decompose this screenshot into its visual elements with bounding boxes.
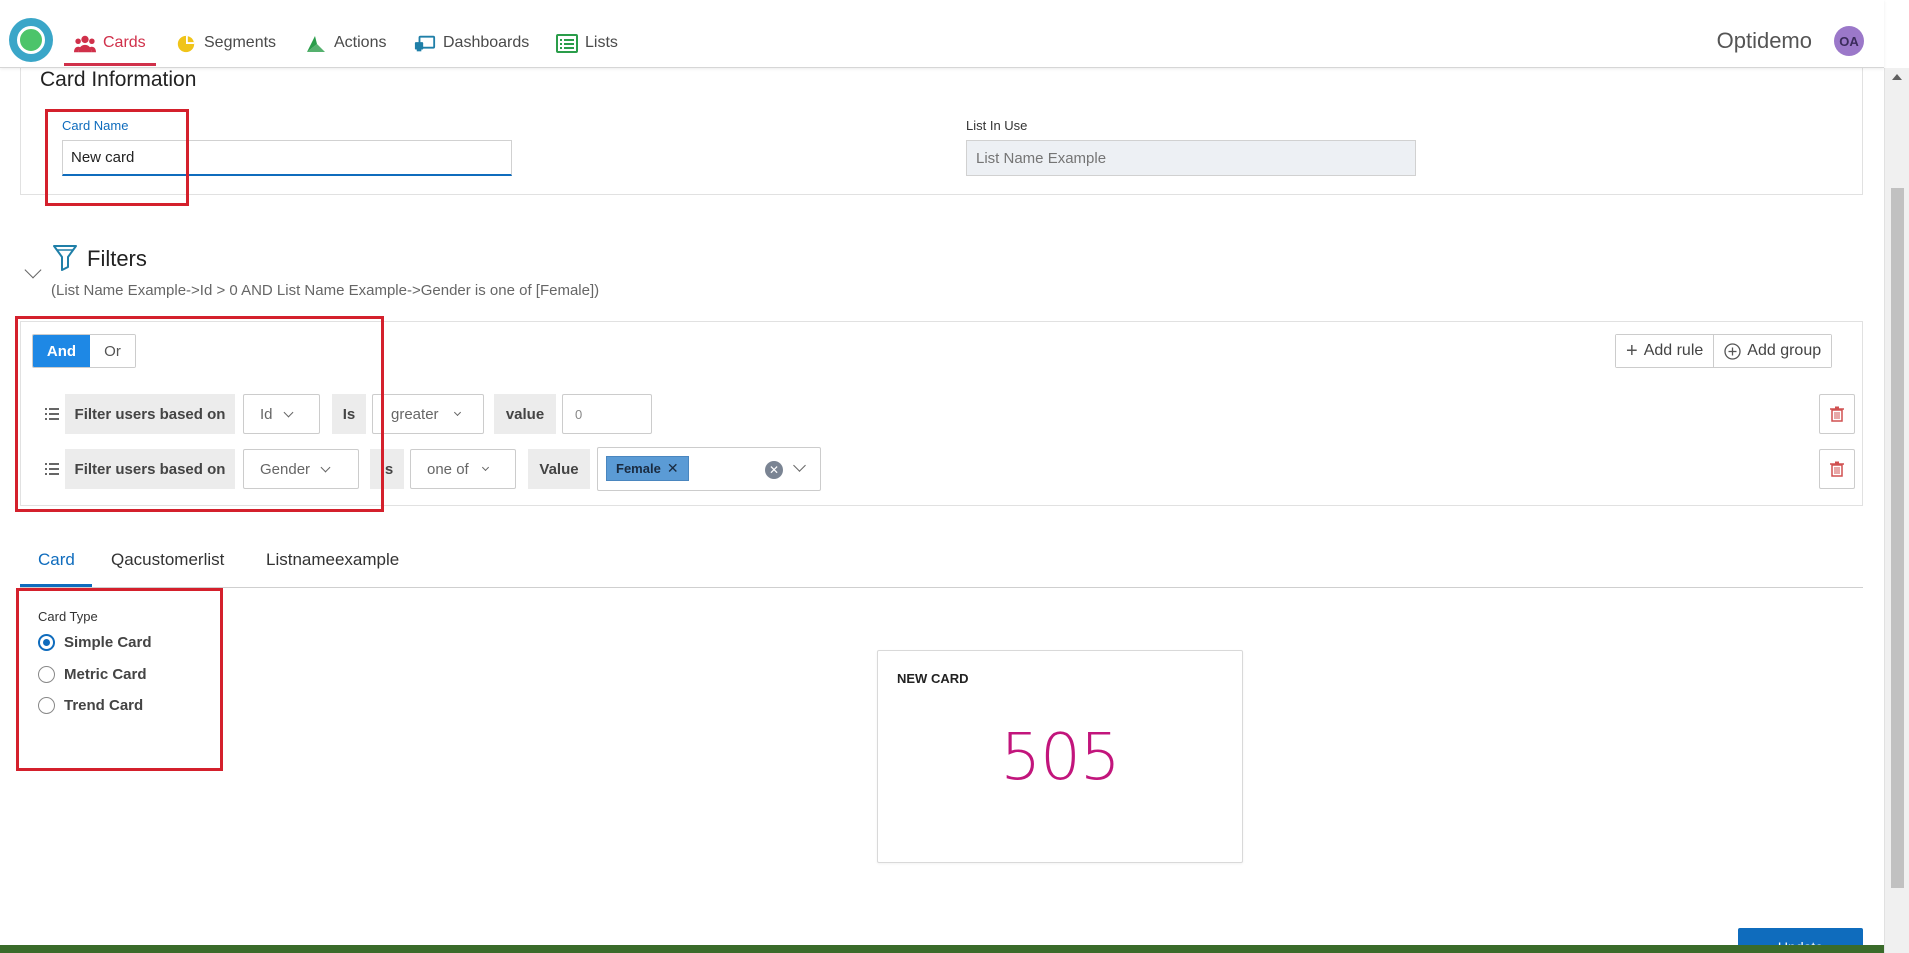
scroll-up-icon[interactable] [1892,74,1902,80]
clear-icon[interactable]: ✕ [765,461,783,479]
dashboard-icon [414,35,436,52]
nav-label: Cards [103,34,146,51]
nav-label: Dashboards [443,34,530,51]
radio-simple-card[interactable]: Simple Card [38,634,152,651]
collapse-chevron-icon[interactable] [24,261,42,279]
list-icon [556,34,578,53]
operator-value: one of [427,460,469,478]
funnel-icon [53,245,77,271]
add-group-label: Add group [1747,342,1822,359]
add-group-button[interactable]: Add group [1713,335,1832,367]
desktop-background-strip [0,945,1884,953]
remove-tag-icon[interactable]: ✕ [667,460,679,477]
pie-icon [177,35,195,53]
field-select[interactable]: Gender [243,449,359,489]
top-nav: Cards Segments Actions Dashboards Lists … [0,0,1884,68]
nav-actions[interactable]: Actions [305,28,386,66]
card-preview: NEW CARD 505 [877,650,1243,863]
value-label: value [494,394,556,434]
nav-label: Actions [334,34,387,51]
list-in-use-label: List In Use [966,118,1028,133]
radio-label: Trend Card [64,697,144,714]
value-label: Value [528,449,590,489]
nav-cards[interactable]: Cards [64,28,156,66]
nav-dashboards[interactable]: Dashboards [414,28,529,66]
tab-listnameexample[interactable]: Listnameexample [266,550,399,570]
radio-button[interactable] [38,666,55,683]
operator-label: Is [370,449,404,489]
radio-label: Simple Card [64,634,152,651]
add-rule-button[interactable]: + Add rule [1616,335,1714,367]
card-name-label: Card Name [62,118,129,133]
tag-label: Female [616,461,661,476]
avatar[interactable]: OA [1834,26,1864,56]
rule-actions: + Add rule Add group [1615,334,1833,368]
tabs-bar: Card Qacustomerlist Listnameexample [20,540,1863,588]
rule-prefix: Filter users based on [65,449,235,489]
radio-label: Metric Card [64,666,147,683]
operator-label: Is [332,394,366,434]
users-icon [74,35,96,53]
scroll-thumb[interactable] [1891,188,1904,888]
tab-qacustomerlist[interactable]: Qacustomerlist [111,550,224,570]
trash-icon [1830,406,1844,422]
rule-prefix: Filter users based on [65,394,235,434]
filter-expression: (List Name Example->Id > 0 AND List Name… [51,282,600,299]
value-input[interactable]: 0 [562,394,652,434]
operator-select[interactable]: one of [410,449,516,489]
rule-row: Filter users based on Id Is greater valu… [42,394,1842,434]
radio-metric-card[interactable]: Metric Card [38,666,147,683]
value-tag: Female ✕ [606,456,689,481]
add-rule-label: Add rule [1643,342,1704,359]
card-type-label: Card Type [38,609,98,624]
field-value: Gender [260,460,311,478]
card-info-title: Card Information [40,68,197,91]
card-name-input[interactable] [62,140,512,176]
nav-lists[interactable]: Lists [556,28,618,66]
preview-value: 505 [1000,721,1120,795]
nav-segments[interactable]: Segments [175,28,276,66]
drag-handle-icon[interactable] [45,408,59,420]
field-value: Id [260,405,273,423]
preview-title: NEW CARD [897,671,969,686]
chevron-down-icon [283,407,293,417]
list-in-use-input [966,140,1416,176]
chevron-down-icon[interactable] [793,459,806,472]
radio-button[interactable] [38,634,55,651]
active-tab-indicator [20,584,92,587]
field-select[interactable]: Id [243,394,320,434]
combinator-toggle: And Or [32,334,136,368]
operator-value: greater [391,405,439,423]
radio-trend-card[interactable]: Trend Card [38,697,143,714]
or-button[interactable]: Or [90,335,135,367]
brand-name: Optidemo [1716,28,1812,53]
rule-row: Filter users based on Gender Is one of V… [42,447,1842,491]
trash-icon [1830,461,1844,477]
chevron-down-icon [481,463,489,471]
nav-label: Lists [585,34,618,51]
delete-rule-button[interactable] [1819,394,1855,434]
and-button[interactable]: And [33,335,90,367]
circle-plus-icon [1724,342,1741,360]
plus-icon: + [1626,339,1638,362]
vertical-scrollbar[interactable] [1884,68,1909,953]
tab-card[interactable]: Card [38,550,75,570]
operator-select[interactable]: greater [372,394,484,434]
nav-label: Segments [204,34,277,51]
logo-inner [17,26,45,54]
app-logo[interactable] [9,18,53,62]
filters-title: Filters [87,246,147,271]
drag-handle-icon[interactable] [45,463,59,475]
value-multiselect[interactable]: Female ✕ ✕ [597,447,821,491]
actions-icon [307,36,325,52]
radio-button[interactable] [38,697,55,714]
chevron-down-icon [320,462,331,472]
chevron-down-icon [453,408,461,416]
delete-rule-button[interactable] [1819,449,1855,489]
